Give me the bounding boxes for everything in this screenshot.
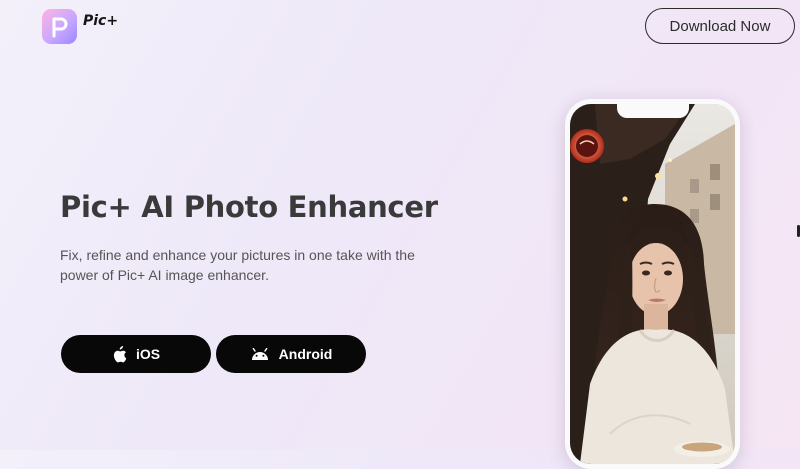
page-title: Pic+ AI Photo Enhancer — [60, 190, 438, 224]
enhanced-photo — [570, 104, 735, 464]
woman-portrait-photo — [570, 104, 735, 464]
ios-label: iOS — [135, 346, 161, 362]
apple-icon — [113, 345, 127, 362]
phone-mockup — [565, 99, 740, 469]
brand-name: Pic+ — [83, 13, 119, 29]
phone-notch — [616, 104, 689, 118]
android-download-button[interactable]: Android — [216, 335, 366, 373]
android-label: Android — [278, 346, 333, 362]
pic-plus-logo-icon — [42, 9, 77, 44]
android-icon — [251, 347, 268, 360]
brand-logo[interactable]: Pic+ — [42, 9, 118, 44]
ios-download-button[interactable]: iOS — [61, 335, 211, 373]
hero-subtitle: Fix, refine and enhance your pictures in… — [60, 247, 415, 283]
download-now-button[interactable]: Download Now — [645, 8, 795, 44]
